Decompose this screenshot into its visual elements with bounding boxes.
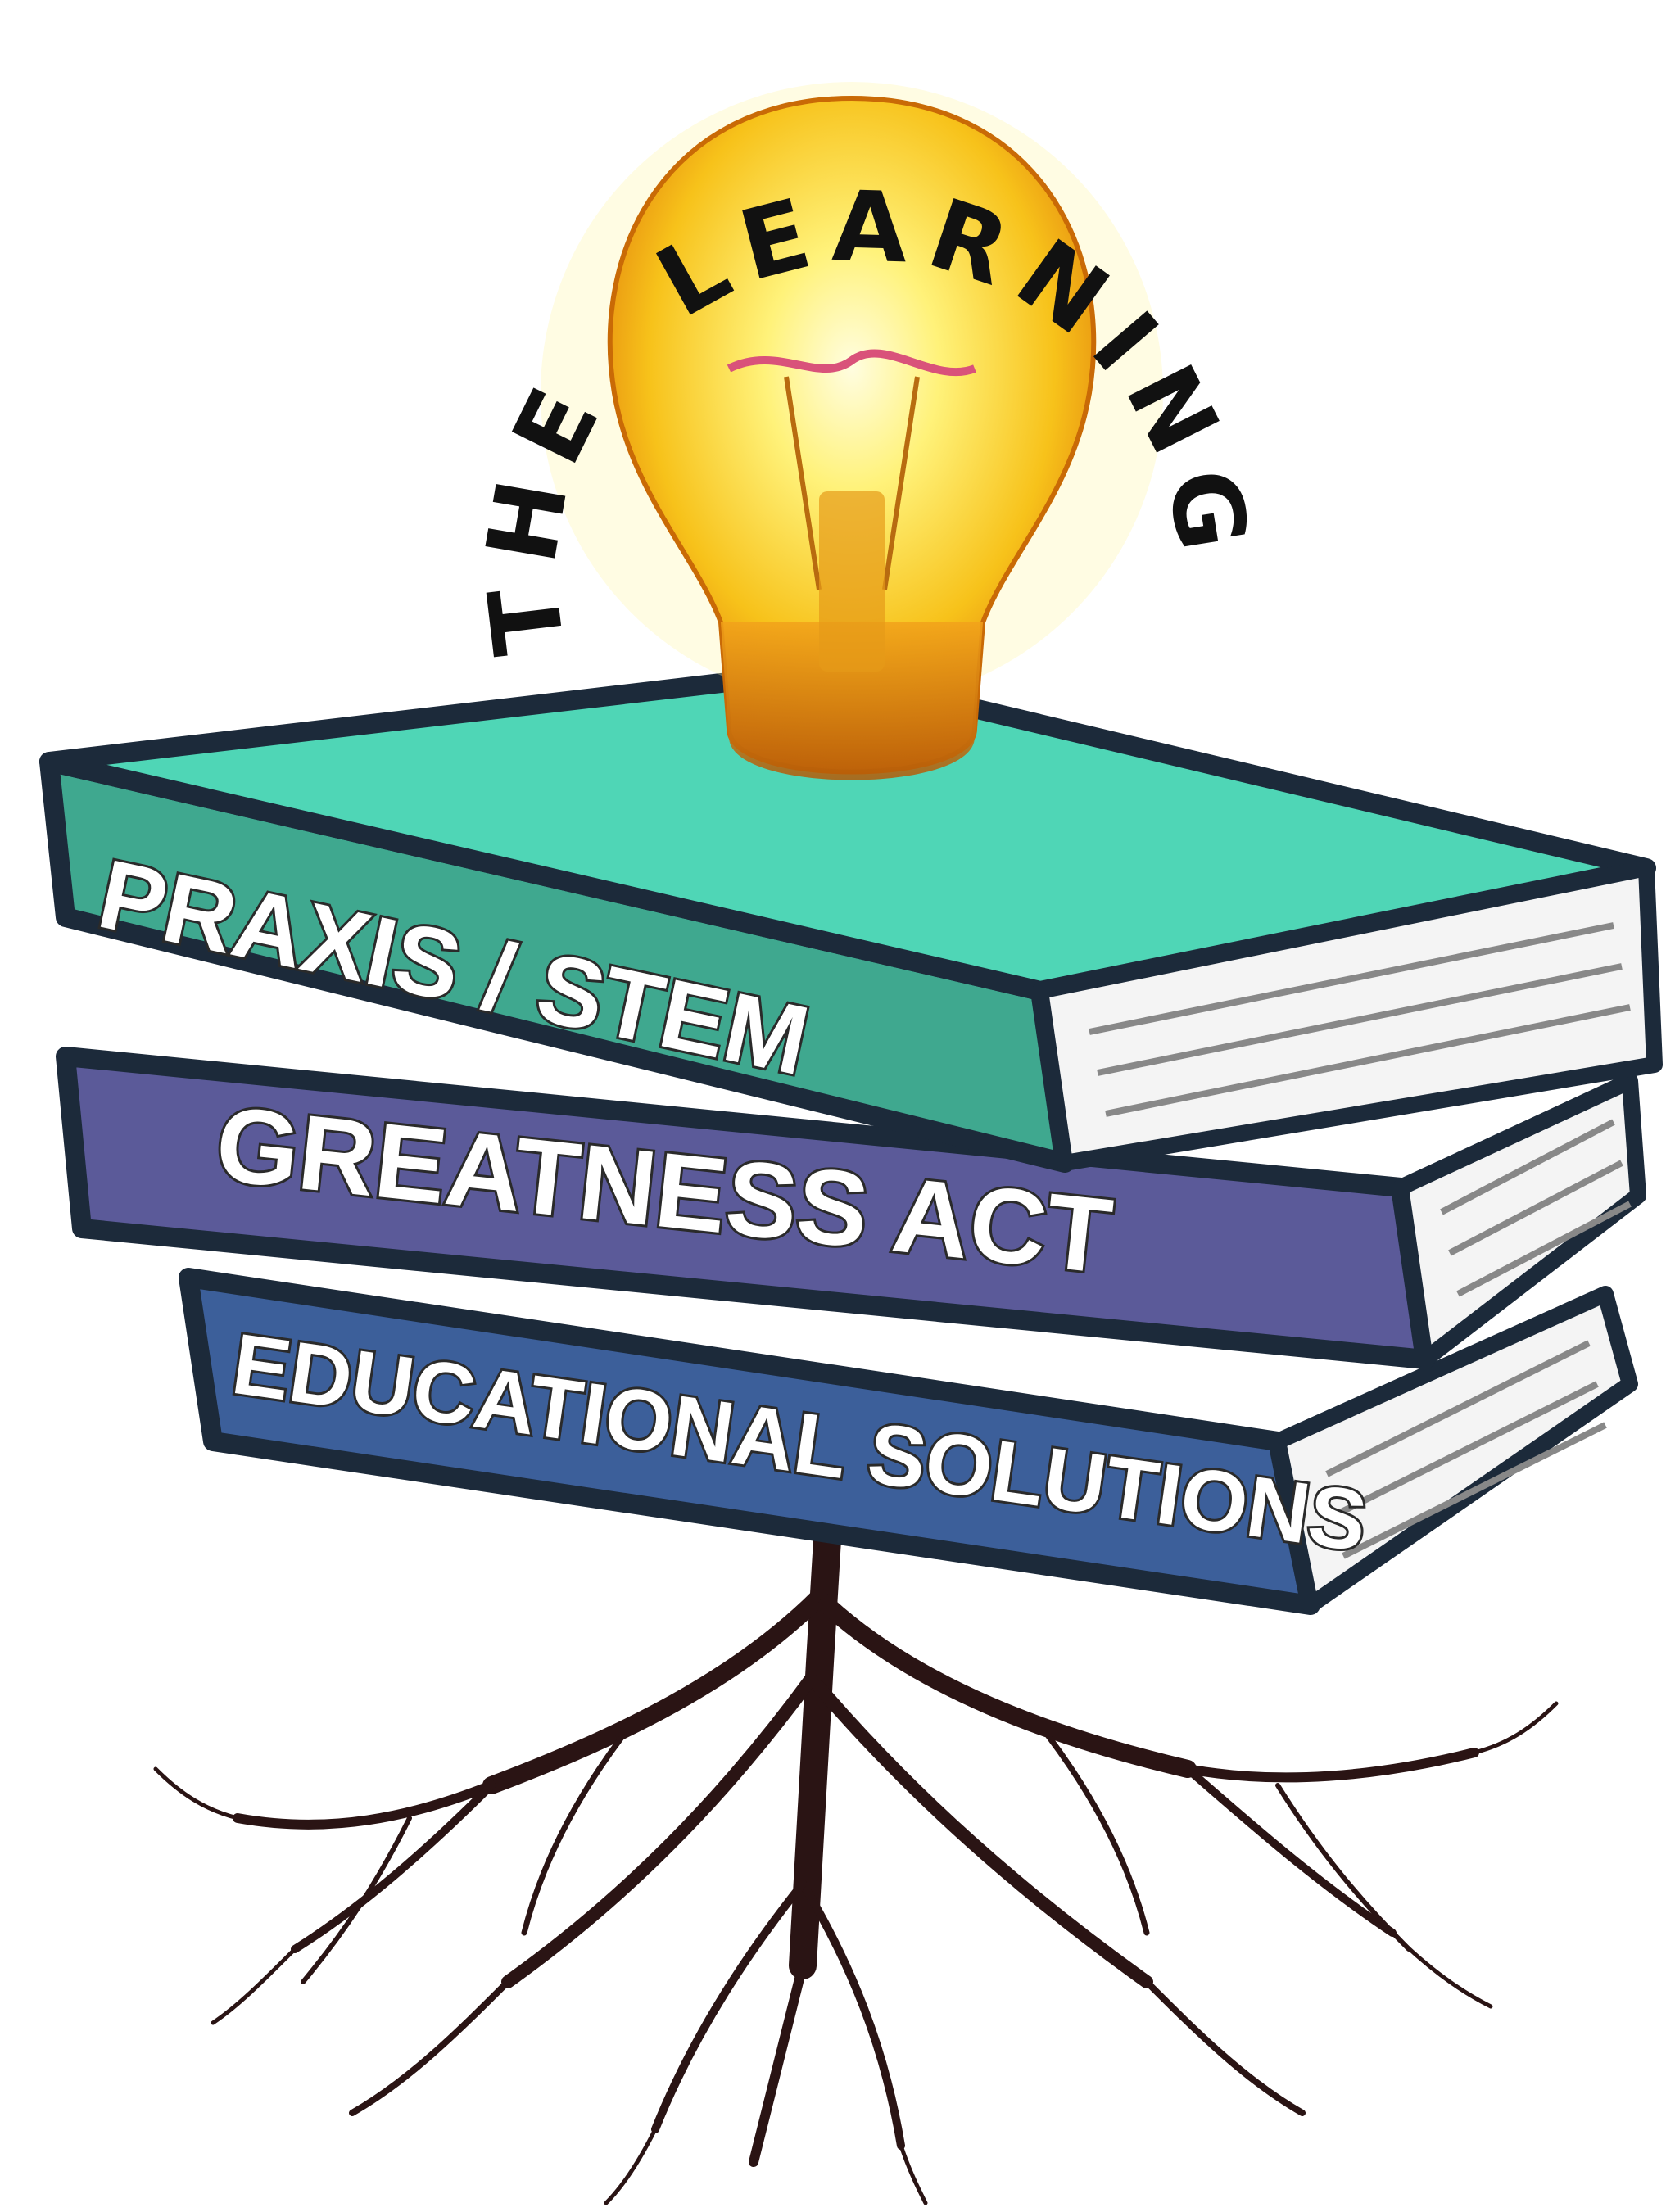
learning-tree-logo: PRAXIS / STEM GREATNESS ACT EDUCATIONAL … [0, 0, 1663, 2205]
tree-roots-icon [153, 1526, 1559, 2205]
brand-word-tree: TREE [0, 0, 45, 23]
